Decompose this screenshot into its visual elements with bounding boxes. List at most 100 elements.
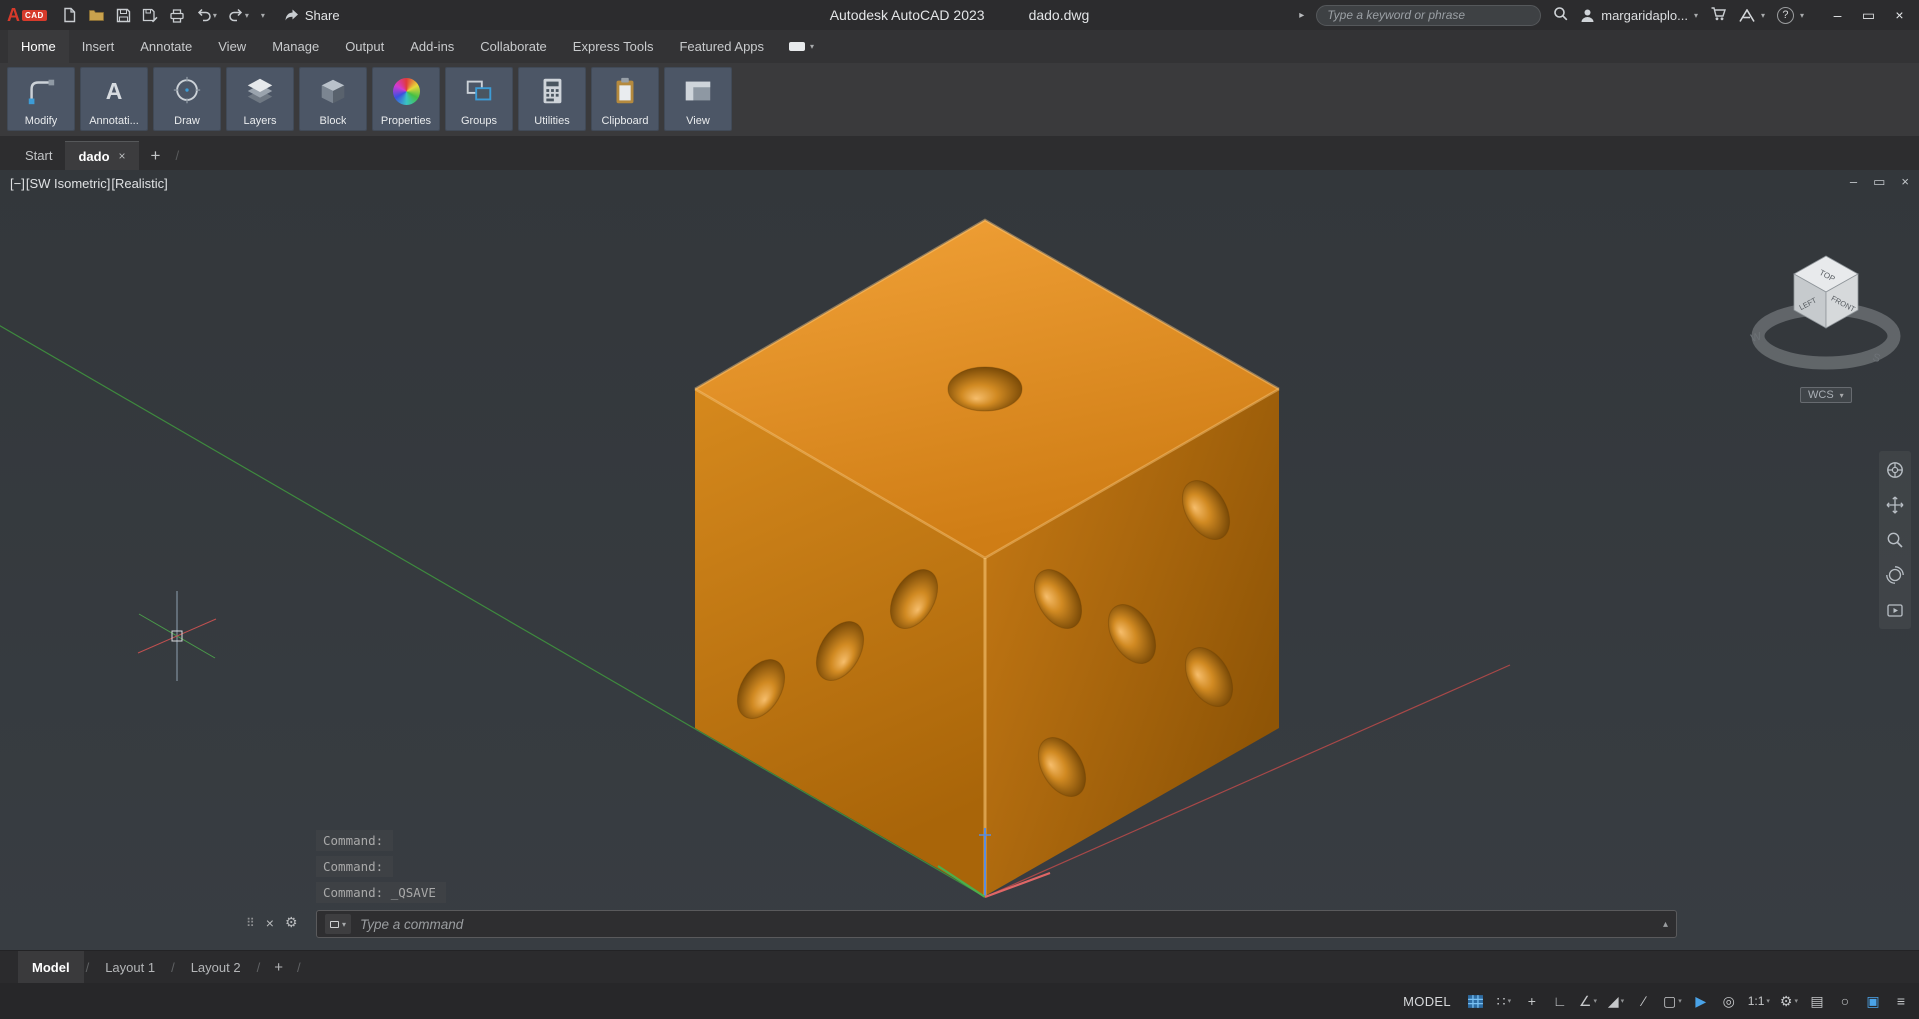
wcs-dropdown[interactable]: WCS ▾ (1800, 387, 1852, 403)
ribbon-tab-bar: Home Insert Annotate View Manage Output … (0, 30, 1919, 63)
layout-tab-layout2[interactable]: Layout 2 (177, 951, 255, 984)
object-snap-toggle[interactable]: ▢ ▾ (1659, 986, 1686, 1016)
app-store-button[interactable] (1710, 6, 1727, 24)
graphics-performance-toggle[interactable]: ▣ (1860, 986, 1886, 1016)
ribbon-tab-insert[interactable]: Insert (69, 30, 128, 63)
polar-tracking-toggle[interactable]: ∠ ▾ (1575, 986, 1601, 1016)
file-tab-dado[interactable]: dado × (65, 141, 138, 170)
viewport-controls-label: [−] [SW Isometric] [Realistic] (10, 176, 168, 191)
undo-caret-icon[interactable]: ▾ (213, 11, 217, 20)
ribbon-panel-modify[interactable]: Modify (7, 67, 75, 131)
account-menu[interactable]: margaridaplo... ▾ (1580, 8, 1698, 23)
ribbon-panel-view[interactable]: View (664, 67, 732, 131)
command-input[interactable]: ▾ Type a command ▴ (316, 910, 1677, 938)
layout-tab-model[interactable]: Model (18, 951, 84, 984)
ribbon-panel-annotation[interactable]: A Annotati... (80, 67, 148, 131)
search-button[interactable] (1553, 6, 1568, 24)
ribbon-tab-output[interactable]: Output (332, 30, 397, 63)
ribbon-panel-layers[interactable]: Layers (226, 67, 294, 131)
selection-cycling-icon: ▶ (1695, 993, 1706, 1010)
new-file-button[interactable] (58, 2, 81, 28)
search-input[interactable]: Type a keyword or phrase (1316, 5, 1541, 26)
dice-object[interactable] (695, 220, 1279, 896)
autocad-logo: A CAD (7, 6, 47, 24)
redo-caret-icon[interactable]: ▾ (245, 11, 249, 20)
redo-button[interactable]: ▾ (224, 2, 253, 28)
viewport-minimize-control[interactable]: [−] (10, 176, 25, 191)
window-close-button[interactable]: × (1884, 0, 1915, 30)
isolate-objects-button[interactable]: ○ (1832, 986, 1858, 1016)
ribbon-tab-addins[interactable]: Add-ins (397, 30, 467, 63)
ribbon-tab-collaborate[interactable]: Collaborate (467, 30, 560, 63)
command-drag-grip[interactable]: ⠿ (246, 916, 255, 930)
drawing-canvas[interactable] (0, 170, 1919, 950)
save-button[interactable] (112, 2, 135, 28)
viewcube[interactable]: W S TOP LEFT FRONT (1734, 236, 1919, 391)
customization-icon: ≡ (1897, 993, 1905, 1009)
autodesk-menu[interactable]: ▾ (1739, 9, 1765, 22)
model-viewport[interactable]: [−] [SW Isometric] [Realistic] – ▭ × W S… (0, 170, 1919, 950)
plot-button[interactable] (165, 2, 189, 28)
dynamic-input-toggle[interactable]: + (1519, 986, 1545, 1016)
ribbon-tab-annotate[interactable]: Annotate (127, 30, 205, 63)
isodraft-toggle[interactable]: ◢ ▾ (1603, 986, 1629, 1016)
new-layout-button[interactable]: + (262, 959, 295, 976)
window-minimize-button[interactable]: – (1822, 0, 1853, 30)
annotation-scale-button[interactable]: 1:1 ▾ (1744, 986, 1774, 1016)
command-history-line: Command: (316, 856, 393, 877)
viewport-close-icon[interactable]: × (1901, 174, 1909, 190)
ribbon-tab-express-tools[interactable]: Express Tools (560, 30, 667, 63)
ribbon-panel-draw[interactable]: Draw (153, 67, 221, 131)
ribbon-panel-block[interactable]: Block (299, 67, 367, 131)
show-motion-button[interactable] (1882, 596, 1908, 624)
grid-display-toggle[interactable] (1463, 986, 1489, 1016)
zoom-button[interactable] (1882, 526, 1908, 554)
ribbon-panel-properties[interactable]: Properties (372, 67, 440, 131)
window-restore-button[interactable]: ▭ (1853, 0, 1884, 30)
share-label: Share (305, 8, 340, 23)
tab-close-icon[interactable]: × (119, 149, 126, 163)
ribbon-panel-groups[interactable]: Groups (445, 67, 513, 131)
undo-button[interactable]: ▾ (192, 2, 221, 28)
recent-commands-button[interactable]: ▾ (325, 914, 351, 934)
share-button[interactable]: Share (284, 8, 340, 23)
selection-cycling-toggle[interactable]: ▶ (1688, 986, 1714, 1016)
view-control[interactable]: [SW Isometric] (26, 176, 111, 191)
visual-style-control[interactable]: [Realistic] (111, 176, 167, 191)
search-expand-icon[interactable]: ▸ (1299, 10, 1304, 21)
annotation-monitor-toggle[interactable]: ▤ (1804, 986, 1830, 1016)
ribbon-tab-home[interactable]: Home (8, 30, 69, 63)
qat-customize-button[interactable]: ▾ (256, 2, 269, 28)
panel-label: Utilities (534, 115, 569, 127)
command-expand-icon[interactable]: ▴ (1663, 919, 1668, 930)
help-menu[interactable]: ? ▾ (1777, 7, 1804, 24)
show-motion-icon (1885, 600, 1905, 620)
viewport-restore-icon[interactable]: ▭ (1873, 174, 1885, 190)
layout-tab-layout1[interactable]: Layout 1 (91, 951, 169, 984)
full-navigation-wheel-button[interactable] (1882, 456, 1908, 484)
ribbon-panel-utilities[interactable]: Utilities (518, 67, 586, 131)
viewport-minimize-icon[interactable]: – (1850, 174, 1857, 190)
gizmo-toggle[interactable]: ◎ (1716, 986, 1742, 1016)
open-file-button[interactable] (84, 2, 109, 28)
model-space-button[interactable]: MODEL (1393, 994, 1461, 1009)
snap-mode-toggle[interactable]: ∷ ▾ (1491, 986, 1517, 1016)
osnap-tracking-toggle[interactable]: ∕ (1631, 986, 1657, 1016)
save-as-button[interactable] (138, 2, 162, 28)
customization-menu-button[interactable]: ≡ (1888, 986, 1914, 1016)
command-customize-icon[interactable]: ⚙ (285, 914, 298, 931)
workspace-switching-button[interactable]: ⚙ ▾ (1776, 986, 1802, 1016)
orbit-button[interactable] (1882, 561, 1908, 589)
ribbon-tab-manage[interactable]: Manage (259, 30, 332, 63)
ribbon-display-toggle[interactable]: ▾ (777, 30, 826, 63)
new-drawing-tab-button[interactable]: + (139, 141, 173, 170)
ribbon-tab-featured-apps[interactable]: Featured Apps (666, 30, 777, 63)
autodesk-logo-icon (1739, 9, 1755, 22)
pan-button[interactable] (1882, 491, 1908, 519)
ribbon-panel-clipboard[interactable]: Clipboard (591, 67, 659, 131)
command-close-icon[interactable]: × (266, 915, 274, 931)
ribbon-tab-view[interactable]: View (205, 30, 259, 63)
ortho-mode-toggle[interactable]: ∟ (1547, 986, 1573, 1016)
file-tab-start[interactable]: Start (12, 141, 65, 170)
navigation-bar (1879, 451, 1911, 629)
